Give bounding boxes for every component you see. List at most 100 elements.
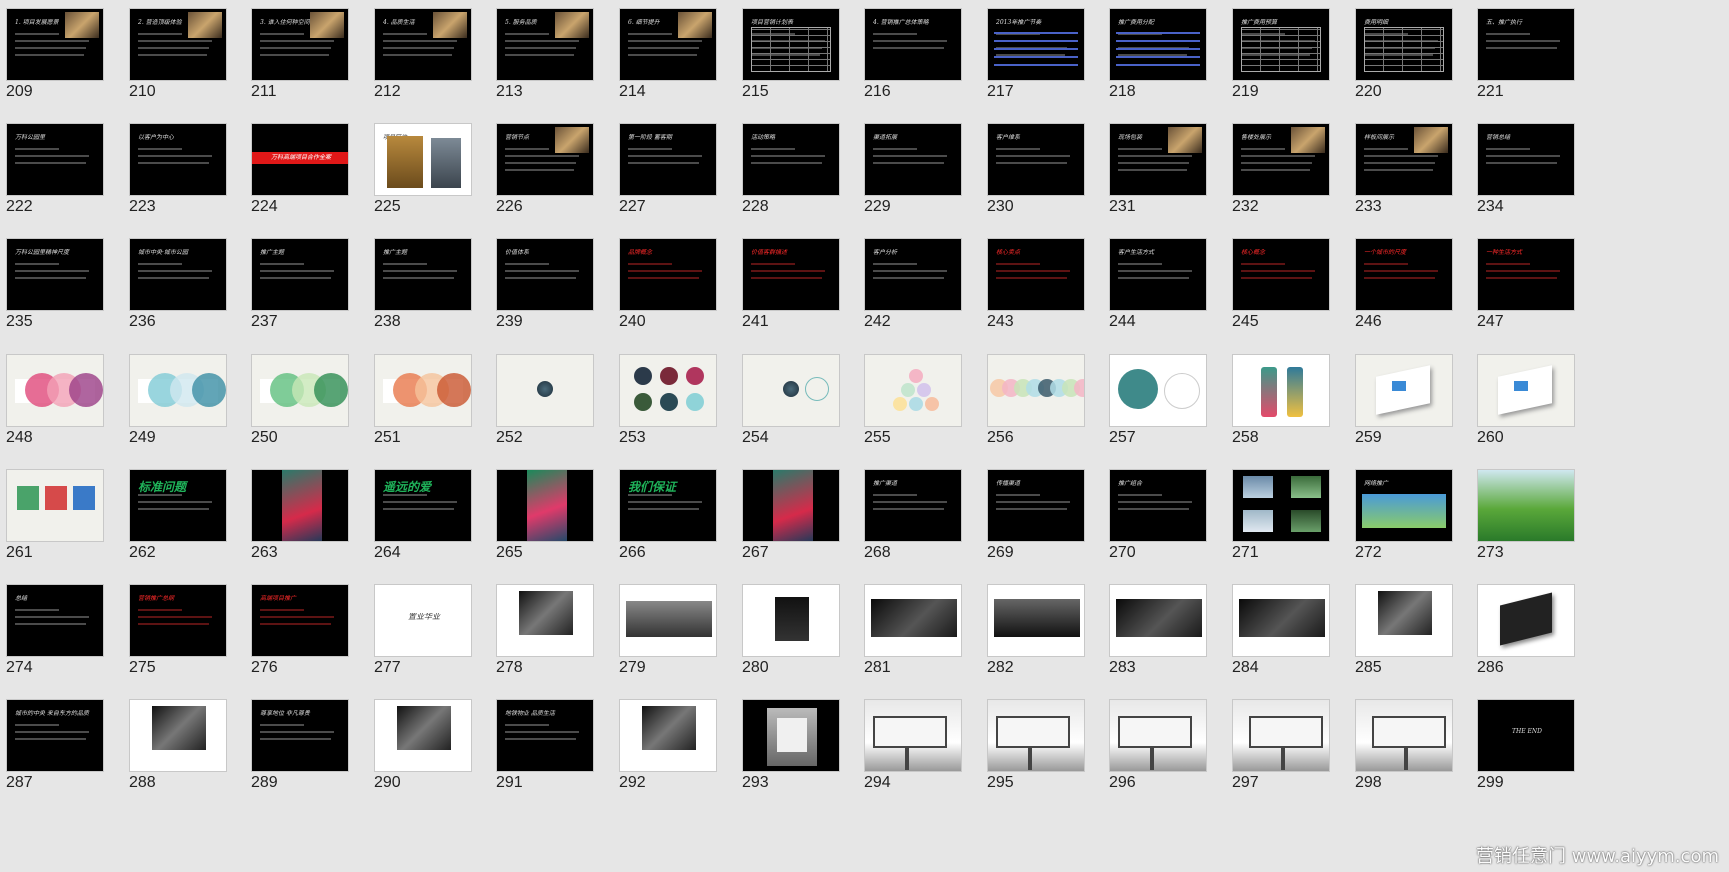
slide-thumbnail[interactable] — [374, 699, 472, 772]
slide-thumbnail[interactable] — [1232, 354, 1330, 427]
slide-title: 价值客群描述 — [751, 249, 788, 256]
slide-thumbnail[interactable] — [987, 699, 1085, 772]
slide-thumbnail[interactable]: 项目区位 — [374, 123, 472, 196]
slide-thumbnail[interactable]: 客户维系 — [987, 123, 1085, 196]
slide-thumbnail[interactable]: 样板间展示 — [1355, 123, 1453, 196]
slide-thumbnail[interactable]: 我们保证 — [619, 469, 717, 542]
slide-thumbnail[interactable]: 地铁物业 品质生活 — [496, 699, 594, 772]
slide-thumbnail[interactable] — [742, 354, 840, 427]
slide-thumbnail[interactable] — [1232, 469, 1330, 542]
color-circle — [69, 373, 103, 407]
slide-thumbnail[interactable]: 总结 — [6, 584, 104, 657]
slide-thumbnail[interactable] — [496, 469, 594, 542]
slide-thumbnail[interactable]: 品牌概念 — [619, 238, 717, 311]
slide-thumbnail[interactable]: THE END — [1477, 699, 1575, 772]
slide-thumbnail[interactable]: 第一阶段 蓄客期 — [619, 123, 717, 196]
slide-thumbnail[interactable]: 置业华业 — [374, 584, 472, 657]
slide-thumbnail[interactable] — [864, 699, 962, 772]
slide-thumbnail[interactable]: 活动策略 — [742, 123, 840, 196]
slide-thumbnail[interactable] — [742, 699, 840, 772]
slide-thumbnail[interactable] — [619, 354, 717, 427]
slide-thumbnail[interactable] — [1477, 469, 1575, 542]
slide-thumbnail[interactable]: 价值体系 — [496, 238, 594, 311]
slide-thumbnail[interactable]: 核心卖点 — [987, 238, 1085, 311]
slide-thumbnail[interactable] — [251, 354, 349, 427]
slide-thumbnail[interactable]: 标准问题 — [129, 469, 227, 542]
slide-thumbnail[interactable]: 万科公园里 — [6, 123, 104, 196]
slide-thumbnail[interactable] — [1477, 584, 1575, 657]
slide-thumbnail[interactable]: 价值客群描述 — [742, 238, 840, 311]
slide-thumbnail[interactable]: 核心概念 — [1232, 238, 1330, 311]
slide-thumbnail[interactable]: 推广费用分配 — [1109, 8, 1207, 81]
slide-thumbnail[interactable]: 万科高端项目合作全案 — [251, 123, 349, 196]
slide-thumbnail[interactable]: 2013年推广节奏 — [987, 8, 1085, 81]
slide-thumbnail[interactable]: 营销总结 — [1477, 123, 1575, 196]
slide-thumbnail[interactable]: 售楼处展示 — [1232, 123, 1330, 196]
slide-thumbnail[interactable]: 五、推广执行 — [1477, 8, 1575, 81]
slide-thumbnail[interactable]: 以客户为中心 — [129, 123, 227, 196]
slide-thumbnail[interactable] — [1109, 699, 1207, 772]
slide-thumbnail[interactable] — [129, 354, 227, 427]
slide-thumbnail[interactable]: 营销推广总纲 — [129, 584, 227, 657]
slide-thumbnail[interactable]: 推广组合 — [1109, 469, 1207, 542]
bw-photo — [642, 706, 696, 750]
slide-thumbnail[interactable]: 网络推广 — [1355, 469, 1453, 542]
slide-thumbnail[interactable]: 3. 谁入住何种空间? — [251, 8, 349, 81]
slide-thumbnail[interactable]: 传播渠道 — [987, 469, 1085, 542]
slide-thumbnail[interactable] — [742, 584, 840, 657]
slide-thumbnail[interactable]: 一个城市的尺度 — [1355, 238, 1453, 311]
slide-thumbnail[interactable] — [864, 354, 962, 427]
slide-thumbnail[interactable] — [1355, 354, 1453, 427]
slide-thumbnail[interactable]: 遥远的爱 — [374, 469, 472, 542]
slide-title: 地铁物业 品质生活 — [505, 710, 555, 717]
slide-thumbnail[interactable] — [864, 584, 962, 657]
slide-thumbnail[interactable]: 城市的中央 来自东方的品质 — [6, 699, 104, 772]
slide-thumbnail[interactable]: 现场包装 — [1109, 123, 1207, 196]
slide-thumbnail[interactable]: 4. 营销推广总体策略 — [864, 8, 962, 81]
table-graphic — [751, 27, 831, 72]
slide-thumbnail[interactable] — [619, 699, 717, 772]
slide-thumbnail[interactable]: 1. 项目发展愿景 — [6, 8, 104, 81]
slide-thumbnail[interactable]: 2. 营造顶级体验 — [129, 8, 227, 81]
slide-thumbnail[interactable] — [496, 584, 594, 657]
billboard-post — [1281, 746, 1285, 770]
slide-thumbnail[interactable]: 推广渠道 — [864, 469, 962, 542]
slide-thumbnail[interactable] — [1109, 584, 1207, 657]
slide-thumbnail[interactable] — [1355, 584, 1453, 657]
slide-thumbnail[interactable] — [496, 354, 594, 427]
slide-cell: 推广组合 270 — [1103, 461, 1223, 573]
slide-thumbnail[interactable]: 6. 细节提升 — [619, 8, 717, 81]
slide-thumbnail[interactable] — [374, 354, 472, 427]
slide-thumbnail[interactable]: 推广主题 — [374, 238, 472, 311]
slide-thumbnail[interactable]: 一种生活方式 — [1477, 238, 1575, 311]
slide-thumbnail[interactable] — [619, 584, 717, 657]
slide-thumbnail[interactable]: 4. 品质生活 — [374, 8, 472, 81]
slide-thumbnail[interactable] — [6, 469, 104, 542]
slide-title: 渠道拓展 — [873, 134, 898, 141]
slide-thumbnail[interactable]: 万科公园里精神尺度 — [6, 238, 104, 311]
slide-thumbnail[interactable] — [1477, 354, 1575, 427]
slide-thumbnail[interactable]: 推广主题 — [251, 238, 349, 311]
slide-thumbnail[interactable]: 5. 服务品质 — [496, 8, 594, 81]
slide-thumbnail[interactable]: 推广费用预算 — [1232, 8, 1330, 81]
slide-thumbnail[interactable] — [251, 469, 349, 542]
slide-cell: 256 — [981, 346, 1101, 458]
slide-thumbnail[interactable]: 城市中央·城市公园 — [129, 238, 227, 311]
slide-thumbnail[interactable] — [742, 469, 840, 542]
slide-thumbnail[interactable] — [987, 584, 1085, 657]
slide-thumbnail[interactable]: 客户生活方式 — [1109, 238, 1207, 311]
slide-thumbnail[interactable]: 渠道拓展 — [864, 123, 962, 196]
slide-thumbnail[interactable]: 营销节点 — [496, 123, 594, 196]
slide-thumbnail[interactable] — [6, 354, 104, 427]
slide-thumbnail[interactable]: 高端项目推广 — [251, 584, 349, 657]
slide-thumbnail[interactable]: 项目营销计划表 — [742, 8, 840, 81]
slide-thumbnail[interactable] — [1232, 699, 1330, 772]
slide-thumbnail[interactable] — [1232, 584, 1330, 657]
slide-thumbnail[interactable]: 费用明细 — [1355, 8, 1453, 81]
slide-thumbnail[interactable]: 客户分析 — [864, 238, 962, 311]
slide-thumbnail[interactable] — [987, 354, 1085, 427]
slide-thumbnail[interactable] — [129, 699, 227, 772]
slide-thumbnail[interactable] — [1109, 354, 1207, 427]
slide-thumbnail[interactable]: 尊享地位 非凡尊贵 — [251, 699, 349, 772]
slide-thumbnail[interactable] — [1355, 699, 1453, 772]
